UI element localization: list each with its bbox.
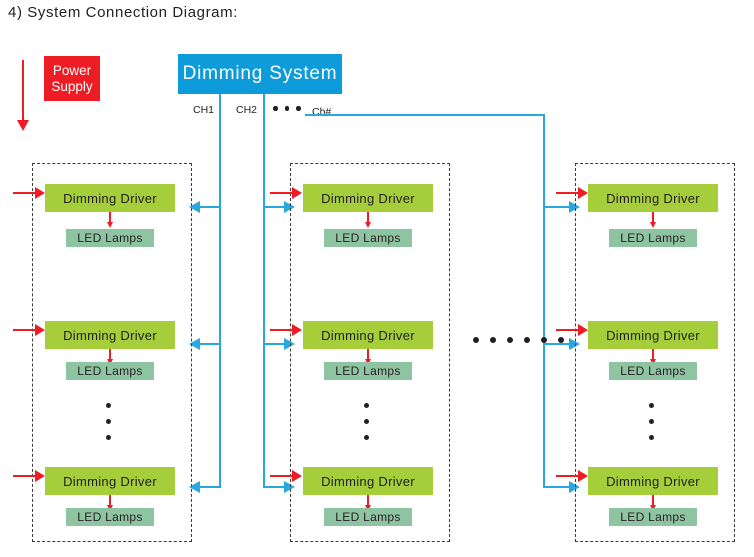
horizontal-ellipsis-dot — [541, 337, 547, 343]
horizontal-ellipsis-dot — [524, 337, 530, 343]
power-arrow-head-g1-r2 — [35, 324, 45, 336]
dimming-driver-g3-r2: Dimming Driver — [588, 321, 718, 349]
power-supply-feed-line — [22, 60, 24, 122]
power-arrow-head-g1-r3 — [35, 470, 45, 482]
horizontal-ellipsis-dot — [473, 337, 479, 343]
power-arrow-head-g2-r3 — [292, 470, 302, 482]
driver-to-lamp-arrow-g2-r1 — [364, 222, 371, 228]
channel-label-chn: Ch# — [312, 106, 332, 118]
dimming-driver-g1-r3: Dimming Driver — [45, 467, 175, 495]
dimming-system-box: Dimming System — [178, 54, 342, 94]
dimming-driver-g2-r1: Dimming Driver — [303, 184, 433, 212]
chn-branch-row2 — [543, 343, 570, 345]
horizontal-ellipsis-dot — [558, 337, 564, 343]
horizontal-ellipsis-dot — [490, 337, 496, 343]
driver-to-lamp-arrow-g1-r1 — [106, 222, 113, 228]
dimming-driver-g2-r3: Dimming Driver — [303, 467, 433, 495]
ch1-branch-row1 — [200, 206, 220, 208]
led-lamps-g3-r2: LED Lamps — [609, 362, 697, 380]
chn-bus-vertical — [543, 114, 545, 488]
power-supply-box: Power Supply — [44, 56, 100, 101]
ch2-bus-vertical — [263, 94, 265, 488]
power-supply-feed-arrowhead — [17, 120, 29, 131]
channel-label-ch1: CH1 — [193, 104, 215, 116]
vertical-ellipsis-dot — [364, 435, 369, 440]
led-lamps-g3-r1: LED Lamps — [609, 229, 697, 247]
dimming-driver-g1-r1: Dimming Driver — [45, 184, 175, 212]
horizontal-ellipsis-dot — [507, 337, 513, 343]
power-arrow-head-g2-r1 — [292, 187, 302, 199]
vertical-ellipsis-dot — [364, 419, 369, 424]
power-arrow-line-g2-r2 — [270, 329, 293, 331]
group-chn-vertical-ellipsis — [649, 403, 654, 440]
power-arrow-line-g3-r1 — [556, 192, 579, 194]
dimming-driver-g3-r3: Dimming Driver — [588, 467, 718, 495]
dimming-system-label: Dimming System — [182, 63, 338, 84]
power-arrow-head-g3-r1 — [578, 187, 588, 199]
channel-ellipsis-dot — [296, 106, 301, 111]
power-arrow-line-g1-r2 — [13, 329, 36, 331]
power-arrow-line-g3-r3 — [556, 475, 579, 477]
power-arrow-line-g2-r3 — [270, 475, 293, 477]
ch1-bus-bottom-elbow — [200, 486, 221, 488]
vertical-ellipsis-dot — [649, 419, 654, 424]
power-arrow-line-g1-r3 — [13, 475, 36, 477]
ch2-branch-row1 — [263, 206, 285, 208]
groups-horizontal-ellipsis — [473, 337, 564, 343]
channel-ellipsis-dot — [273, 106, 278, 111]
power-arrow-line-g3-r2 — [556, 329, 579, 331]
dimming-driver-g1-r2: Dimming Driver — [45, 321, 175, 349]
power-arrow-line-g2-r1 — [270, 192, 293, 194]
channel-ellipsis — [273, 106, 301, 111]
led-lamps-g1-r3: LED Lamps — [66, 508, 154, 526]
chn-bus-bottom-elbow — [543, 486, 570, 488]
chn-bus-horizontal — [305, 114, 545, 116]
led-lamps-g2-r2: LED Lamps — [324, 362, 412, 380]
vertical-ellipsis-dot — [106, 403, 111, 408]
chn-branch-row1 — [543, 206, 570, 208]
vertical-ellipsis-dot — [649, 435, 654, 440]
led-lamps-g1-r1: LED Lamps — [66, 229, 154, 247]
group-ch1-vertical-ellipsis — [106, 403, 111, 440]
power-arrow-head-g3-r3 — [578, 470, 588, 482]
dimming-driver-g2-r2: Dimming Driver — [303, 321, 433, 349]
power-arrow-head-g3-r2 — [578, 324, 588, 336]
group-ch2-vertical-ellipsis — [364, 403, 369, 440]
led-lamps-g2-r3: LED Lamps — [324, 508, 412, 526]
ch1-bus-vertical — [219, 94, 221, 488]
channel-ellipsis-dot — [284, 106, 289, 111]
ch1-branch-row2 — [200, 343, 220, 345]
led-lamps-g1-r2: LED Lamps — [66, 362, 154, 380]
power-arrow-line-g1-r1 — [13, 192, 36, 194]
power-supply-label-line1: Power — [52, 62, 92, 78]
power-arrow-head-g2-r2 — [292, 324, 302, 336]
dimming-driver-g3-r1: Dimming Driver — [588, 184, 718, 212]
vertical-ellipsis-dot — [364, 403, 369, 408]
led-lamps-g2-r1: LED Lamps — [324, 229, 412, 247]
vertical-ellipsis-dot — [106, 419, 111, 424]
system-connection-diagram: 4) System Connection Diagram: Power Supp… — [0, 0, 754, 557]
ch2-bus-bottom-elbow — [263, 486, 285, 488]
driver-to-lamp-arrow-g3-r1 — [649, 222, 656, 228]
led-lamps-g3-r3: LED Lamps — [609, 508, 697, 526]
channel-label-ch2: CH2 — [236, 104, 258, 116]
vertical-ellipsis-dot — [649, 403, 654, 408]
power-arrow-head-g1-r1 — [35, 187, 45, 199]
ch2-branch-row2 — [263, 343, 285, 345]
page-title: 4) System Connection Diagram: — [8, 4, 238, 21]
power-supply-label-line2: Supply — [51, 78, 93, 94]
vertical-ellipsis-dot — [106, 435, 111, 440]
